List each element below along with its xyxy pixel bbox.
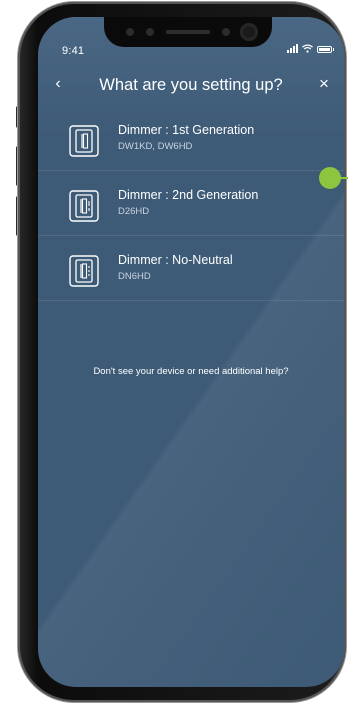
dimmer-switch-icon (69, 255, 99, 287)
dimmer-switch-icon (69, 190, 99, 222)
device-name: Dimmer : 1st Generation (118, 123, 255, 137)
close-icon: × (319, 74, 329, 93)
device-models: DW1KD, DW6HD (118, 141, 193, 152)
status-icons (287, 44, 334, 53)
dimmer-switch-icon (69, 125, 99, 157)
close-button[interactable]: × (316, 74, 332, 94)
app-header: ‹ What are you setting up? × (38, 71, 344, 99)
callout-marker (319, 167, 341, 189)
device-list: Dimmer : 1st Generation DW1KD, DW6HD Dim… (38, 105, 344, 301)
chevron-left-icon: ‹ (55, 75, 61, 92)
screenshot-stage: 9:41 ‹ What are you setting up? × Dimmer… (0, 0, 348, 704)
front-camera (240, 23, 258, 41)
device-option-2nd-generation[interactable]: Dimmer : 2nd Generation D26HD (38, 171, 344, 236)
speaker-grille (166, 30, 210, 34)
wifi-icon (302, 44, 313, 53)
sensor-dot (126, 28, 134, 36)
device-models: DN6HD (118, 271, 151, 282)
device-option-1st-generation[interactable]: Dimmer : 1st Generation DW1KD, DW6HD (38, 105, 344, 171)
device-option-no-neutral[interactable]: Dimmer : No-Neutral DN6HD (38, 236, 344, 301)
device-name: Dimmer : 2nd Generation (118, 188, 259, 202)
sensor-dot (146, 28, 154, 36)
additional-help-link[interactable]: Don't see your device or need additional… (38, 366, 344, 378)
device-models: D26HD (118, 206, 150, 217)
device-name: Dimmer : No-Neutral (118, 253, 233, 267)
status-time: 9:41 (62, 45, 85, 57)
sensor-dot (222, 28, 230, 36)
back-button[interactable]: ‹ (50, 75, 66, 93)
cellular-signal-icon (287, 44, 298, 53)
battery-icon (317, 46, 334, 53)
phone-screen: 9:41 ‹ What are you setting up? × Dimmer… (38, 17, 344, 687)
notch (104, 17, 272, 47)
page-title: What are you setting up? (99, 76, 283, 94)
